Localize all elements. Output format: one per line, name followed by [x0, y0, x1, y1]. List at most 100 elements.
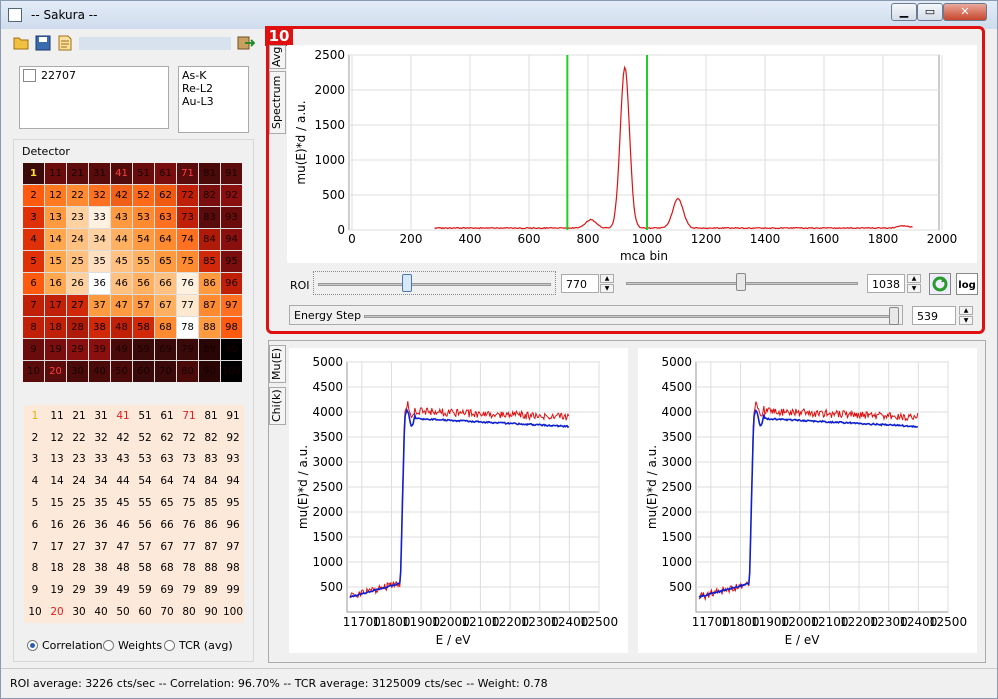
detector-cell[interactable]: 66 — [155, 273, 176, 294]
weight-cell[interactable]: 78 — [178, 558, 200, 580]
detector-cell[interactable]: 99 — [221, 339, 242, 360]
detector-cell[interactable]: 3 — [23, 207, 44, 228]
detector-cell[interactable]: 34 — [89, 229, 110, 250]
detector-cell[interactable]: 6 — [23, 273, 44, 294]
detector-cell[interactable]: 37 — [89, 295, 110, 316]
detector-cell[interactable]: 36 — [89, 273, 110, 294]
weight-cell[interactable]: 97 — [222, 536, 244, 558]
radio-dot[interactable] — [103, 640, 114, 651]
spin-up-icon[interactable]: ▲ — [907, 274, 921, 283]
weight-cell[interactable]: 51 — [134, 405, 156, 427]
detector-cell[interactable]: 59 — [133, 339, 154, 360]
detector-cell[interactable]: 90 — [199, 361, 220, 382]
weight-cell[interactable]: 40 — [90, 601, 112, 623]
weight-cell[interactable]: 91 — [222, 405, 244, 427]
weight-cell[interactable]: 94 — [222, 470, 244, 492]
detector-cell[interactable]: 22 — [67, 185, 88, 206]
weight-cell[interactable]: 56 — [134, 514, 156, 536]
sample-checkbox[interactable] — [23, 69, 36, 82]
weight-cell[interactable]: 86 — [200, 514, 222, 536]
weight-cell[interactable]: 46 — [112, 514, 134, 536]
detector-cell[interactable]: 70 — [155, 361, 176, 382]
detector-cell[interactable]: 18 — [45, 317, 66, 338]
detector-cell[interactable]: 84 — [199, 229, 220, 250]
spin-down-icon[interactable]: ▼ — [907, 284, 921, 293]
weight-cell[interactable]: 54 — [134, 470, 156, 492]
detector-cell[interactable]: 46 — [111, 273, 132, 294]
weight-cell[interactable]: 100 — [222, 601, 244, 623]
detector-cell[interactable]: 15 — [45, 251, 66, 272]
weight-cell[interactable]: 23 — [68, 449, 90, 471]
weight-cell[interactable]: 98 — [222, 558, 244, 580]
radio-correlation[interactable]: Correlation — [27, 639, 103, 652]
weight-cell[interactable]: 20 — [46, 601, 68, 623]
detector-cell[interactable]: 14 — [45, 229, 66, 250]
detector-cell[interactable]: 71 — [177, 163, 198, 184]
detector-cell[interactable]: 92 — [221, 185, 242, 206]
roi-low-input[interactable]: 770 — [561, 274, 599, 293]
weight-cell[interactable]: 69 — [156, 579, 178, 601]
weight-cell[interactable]: 21 — [68, 405, 90, 427]
weight-cell[interactable]: 81 — [200, 405, 222, 427]
weight-cell[interactable]: 83 — [200, 449, 222, 471]
detector-cell[interactable]: 49 — [111, 339, 132, 360]
weight-cell[interactable]: 8 — [24, 558, 46, 580]
detector-cell[interactable]: 97 — [221, 295, 242, 316]
weight-cell[interactable]: 2 — [24, 427, 46, 449]
weight-cell[interactable]: 14 — [46, 470, 68, 492]
weight-cell[interactable]: 57 — [134, 536, 156, 558]
weight-cell[interactable]: 84 — [200, 470, 222, 492]
edge-item[interactable]: Au-L3 — [182, 95, 214, 108]
detector-cell[interactable]: 83 — [199, 207, 220, 228]
weight-cell[interactable]: 99 — [222, 579, 244, 601]
weight-cell[interactable]: 67 — [156, 536, 178, 558]
weight-cell[interactable]: 45 — [112, 492, 134, 514]
energy-step-slider[interactable]: Energy Step — [289, 305, 903, 325]
detector-cell[interactable]: 94 — [221, 229, 242, 250]
detector-cell[interactable]: 89 — [199, 339, 220, 360]
detector-cell[interactable]: 100 — [221, 361, 242, 382]
weight-cell[interactable]: 63 — [156, 449, 178, 471]
weight-cell[interactable]: 53 — [134, 449, 156, 471]
weight-cell[interactable]: 3 — [24, 449, 46, 471]
maximize-button[interactable]: ▭ — [917, 3, 943, 21]
detector-cell[interactable]: 4 — [23, 229, 44, 250]
weight-cell[interactable]: 64 — [156, 470, 178, 492]
weight-cell[interactable]: 37 — [90, 536, 112, 558]
detector-cell[interactable]: 43 — [111, 207, 132, 228]
weight-cell[interactable]: 10 — [24, 601, 46, 623]
radio-tcr[interactable]: TCR (avg) — [164, 639, 233, 652]
weight-cell[interactable]: 55 — [134, 492, 156, 514]
detector-cell[interactable]: 13 — [45, 207, 66, 228]
edge-item[interactable]: As-K — [182, 69, 206, 82]
detector-cell[interactable]: 85 — [199, 251, 220, 272]
detector-cell[interactable]: 98 — [221, 317, 242, 338]
detector-cell[interactable]: 82 — [199, 185, 220, 206]
weight-cell[interactable]: 85 — [200, 492, 222, 514]
detector-cell[interactable]: 47 — [111, 295, 132, 316]
detector-cell[interactable]: 55 — [133, 251, 154, 272]
log-scale-icon[interactable]: log — [956, 273, 978, 295]
detector-cell[interactable]: 69 — [155, 339, 176, 360]
minimize-button[interactable]: ▁ — [891, 3, 917, 21]
weight-cell[interactable]: 68 — [156, 558, 178, 580]
tab-avg[interactable]: Avg — [269, 45, 286, 69]
weight-cell[interactable]: 79 — [178, 579, 200, 601]
detector-cell[interactable]: 73 — [177, 207, 198, 228]
weight-cell[interactable]: 18 — [46, 558, 68, 580]
weight-cell[interactable]: 48 — [112, 558, 134, 580]
detector-cell[interactable]: 39 — [89, 339, 110, 360]
weight-cell[interactable]: 66 — [156, 514, 178, 536]
weight-cell[interactable]: 49 — [112, 579, 134, 601]
detector-cell[interactable]: 74 — [177, 229, 198, 250]
weight-cell[interactable]: 80 — [178, 601, 200, 623]
detector-cell[interactable]: 76 — [177, 273, 198, 294]
detector-cell[interactable]: 35 — [89, 251, 110, 272]
weight-cell[interactable]: 11 — [46, 405, 68, 427]
weight-cell[interactable]: 92 — [222, 427, 244, 449]
detector-cell[interactable]: 77 — [177, 295, 198, 316]
detector-cell[interactable]: 33 — [89, 207, 110, 228]
sample-list[interactable]: 22707 — [19, 66, 169, 129]
energy-step-input[interactable]: 539 — [912, 306, 956, 325]
weight-cell[interactable]: 88 — [200, 558, 222, 580]
